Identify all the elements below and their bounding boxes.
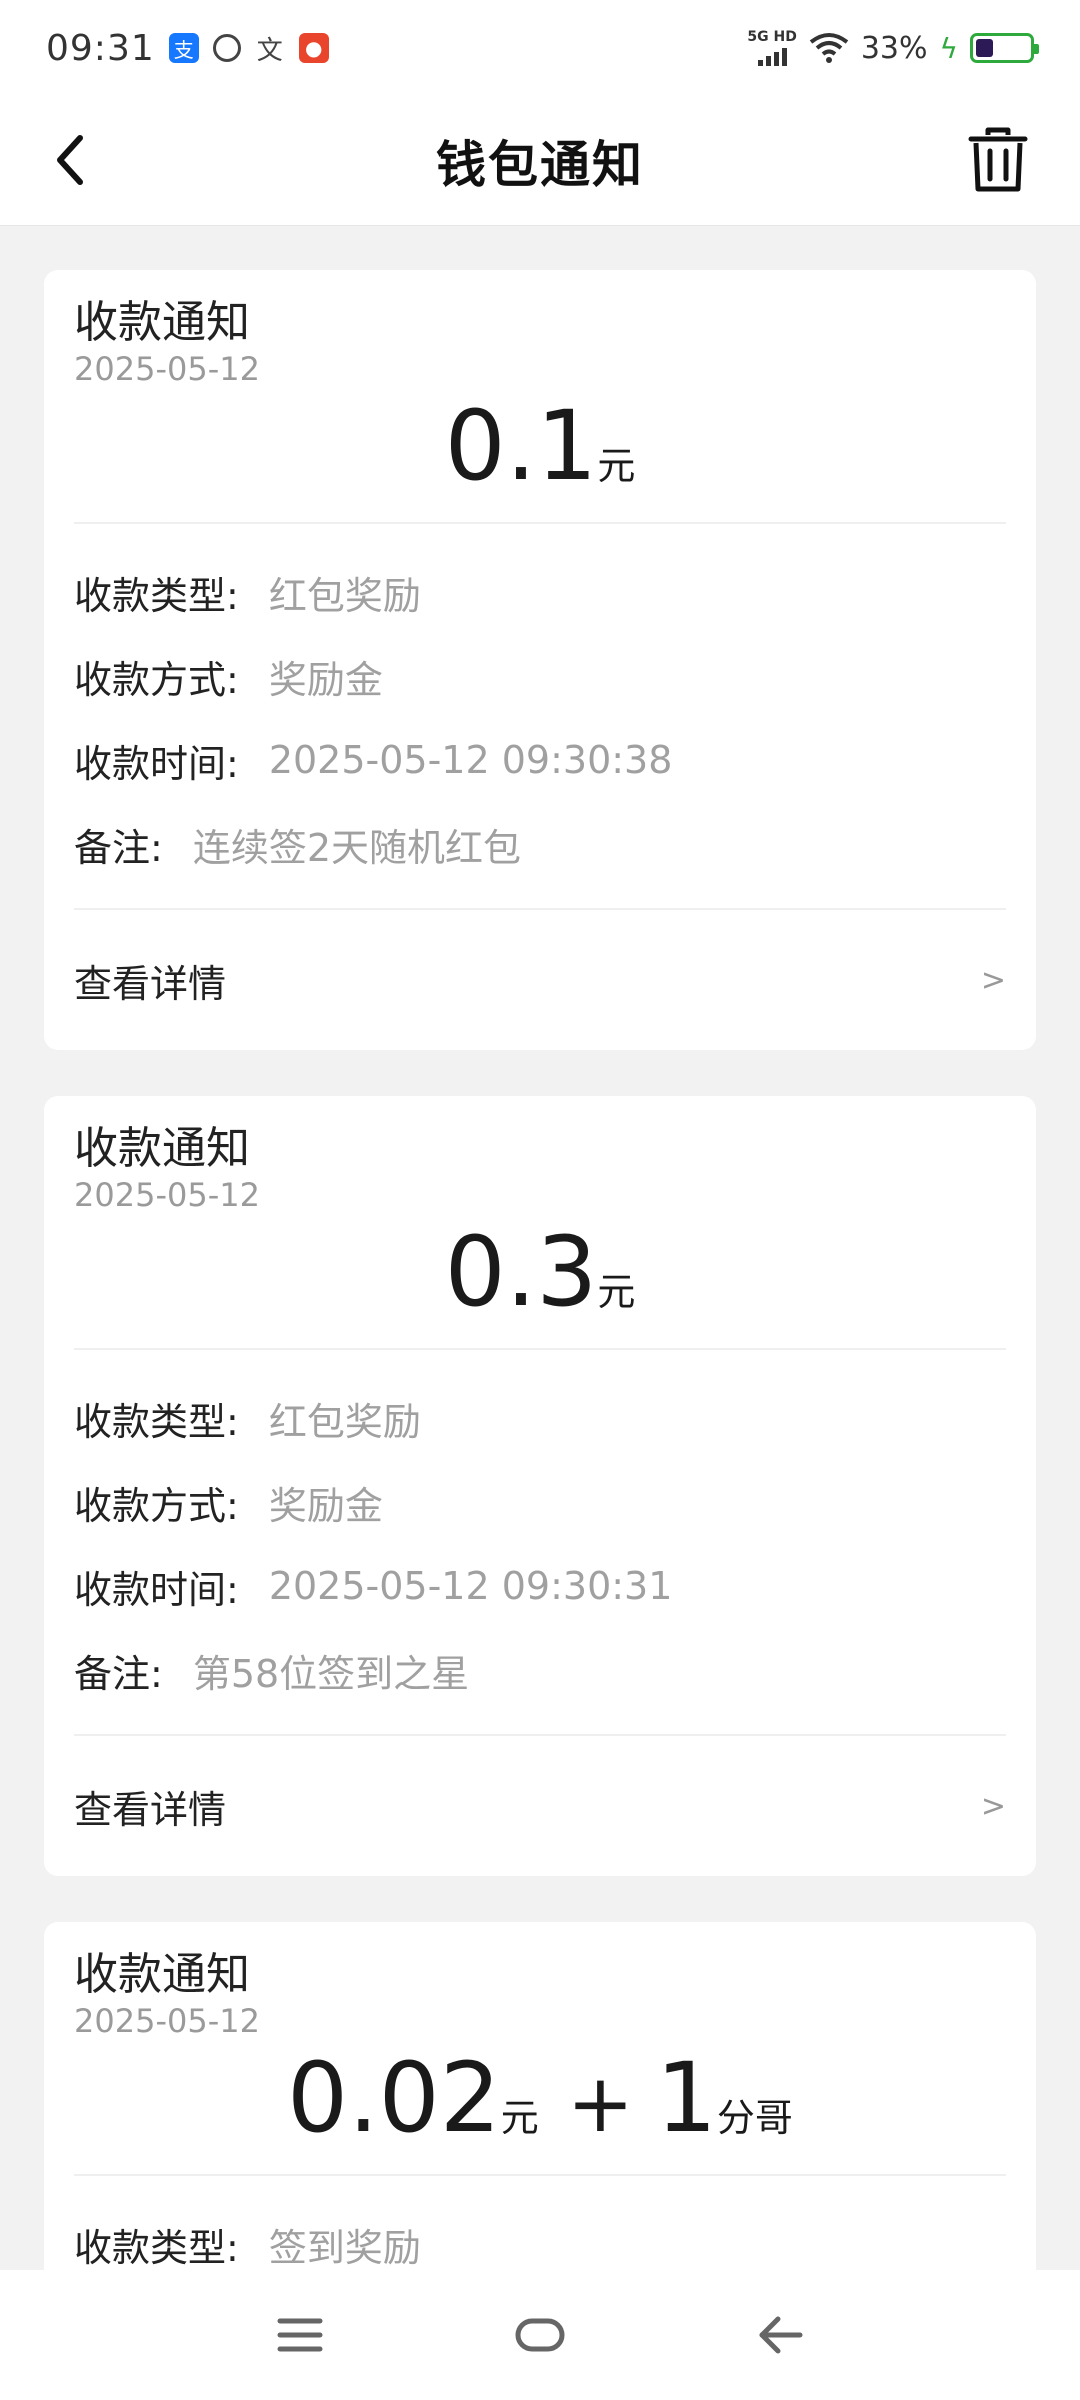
back-button[interactable] <box>30 120 110 200</box>
screen: 09:31 支 文 ● 5G HD 33% ϟ 钱包通知 收款通知 2025-0… <box>0 0 1080 2400</box>
detail-row-remark: 备注: 连续签2天随机红包 <box>74 802 1006 886</box>
view-details-link[interactable]: 查看详情 > <box>74 1736 1006 1876</box>
card-date: 2025-05-12 <box>74 350 260 388</box>
detail-value: 2025-05-12 09:30:31 <box>268 1564 673 1608</box>
detail-value: 签到奖励 <box>268 2225 421 2270</box>
view-details-label: 查看详情 <box>74 961 227 1006</box>
alipay-icon: 支 <box>168 33 199 63</box>
amount-row: 0.3元 <box>74 1214 1006 1350</box>
detail-value: 2025-05-12 09:30:38 <box>268 738 673 782</box>
view-details-label: 查看详情 <box>74 1787 227 1832</box>
detail-label: 收款时间: <box>74 741 239 786</box>
network-label: 5G HD <box>747 29 797 45</box>
detail-label: 备注: <box>74 825 163 870</box>
detail-list: 收款类型: 红包奖励 收款方式: 奖励金 收款时间: 2025-05-12 09… <box>74 524 1006 910</box>
detail-row-method: 收款方式: 奖励金 <box>74 634 1006 718</box>
nav-back-button[interactable] <box>660 2285 900 2385</box>
detail-label: 收款类型: <box>74 1399 239 1444</box>
amount-value: 0.3 <box>444 1216 598 1328</box>
chevron-left-icon <box>57 135 83 185</box>
chevron-right-icon: > <box>980 1788 1006 1824</box>
detail-row-remark: 备注: 第58位签到之星 <box>74 1628 1006 1712</box>
detail-value: 红包奖励 <box>268 573 421 618</box>
detail-row-time: 收款时间: 2025-05-12 09:30:38 <box>74 718 1006 802</box>
red-app-icon: ● <box>298 33 329 63</box>
notification-card: 收款通知 2025-05-12 0.02元 +1分哥 收款类型: 签到奖励 <box>44 1922 1036 2270</box>
amount-value: 0.1 <box>444 390 598 502</box>
network-indicator: 5G HD <box>747 29 797 66</box>
amount-value: 0.02 <box>287 2042 501 2154</box>
charging-icon: ϟ <box>939 31 958 65</box>
notification-card: 收款通知 2025-05-12 0.3元 收款类型: 红包奖励 收款方式: 奖励… <box>44 1096 1036 1876</box>
battery-icon <box>970 33 1039 63</box>
wifi-icon <box>809 33 849 63</box>
status-time: 09:31 <box>46 27 155 69</box>
amount-row: 0.1元 <box>74 388 1006 524</box>
detail-row-type: 收款类型: 红包奖励 <box>74 1376 1006 1460</box>
detail-value: 连续签2天随机红包 <box>192 825 521 870</box>
text-app-icon: 文 <box>256 35 283 66</box>
detail-value: 红包奖励 <box>268 1399 421 1444</box>
card-title: 收款通知 <box>74 1949 250 2000</box>
detail-value: 奖励金 <box>268 657 383 702</box>
status-bar: 09:31 支 文 ● 5G HD 33% ϟ <box>0 0 1080 96</box>
page-title: 钱包通知 <box>436 135 644 194</box>
status-left: 09:31 支 文 ● <box>46 28 329 69</box>
detail-label: 收款方式: <box>74 657 239 702</box>
home-button[interactable] <box>420 2285 660 2385</box>
back-arrow-icon <box>759 2316 803 2354</box>
card-date: 2025-05-12 <box>74 2002 260 2040</box>
app-header: 钱包通知 <box>0 96 1080 226</box>
home-icon <box>515 2318 565 2352</box>
card-date: 2025-05-12 <box>74 1176 260 1214</box>
amount-unit: 元 <box>500 2096 539 2140</box>
detail-list: 收款类型: 签到奖励 <box>74 2176 1006 2270</box>
amount-unit: 元 <box>597 1270 636 1314</box>
detail-row-method: 收款方式: 奖励金 <box>74 1460 1006 1544</box>
status-right: 5G HD 33% ϟ <box>747 29 1039 66</box>
circle-app-icon <box>212 34 241 62</box>
delete-button[interactable] <box>956 118 1040 202</box>
menu-icon <box>277 2318 323 2352</box>
amount-plus: + <box>566 2057 634 2150</box>
amount-value-secondary: 1 <box>655 2042 717 2154</box>
detail-row-type: 收款类型: 红包奖励 <box>74 550 1006 634</box>
detail-label: 收款类型: <box>74 573 239 618</box>
card-title: 收款通知 <box>74 297 250 348</box>
detail-row-type: 收款类型: 签到奖励 <box>74 2202 1006 2270</box>
detail-label: 收款方式: <box>74 1483 239 1528</box>
detail-list: 收款类型: 红包奖励 收款方式: 奖励金 收款时间: 2025-05-12 09… <box>74 1350 1006 1736</box>
card-title: 收款通知 <box>74 1123 250 1174</box>
detail-label: 备注: <box>74 1651 163 1696</box>
battery-percent: 33% <box>860 30 928 66</box>
notification-card: 收款通知 2025-05-12 0.1元 收款类型: 红包奖励 收款方式: 奖励… <box>44 270 1036 1050</box>
menu-button[interactable] <box>180 2285 420 2385</box>
trash-icon <box>968 127 1028 192</box>
amount-unit-secondary: 分哥 <box>716 2096 793 2140</box>
system-nav-bar <box>0 2270 1080 2400</box>
chevron-right-icon: > <box>980 962 1006 998</box>
battery-fill <box>976 39 994 57</box>
detail-label: 收款类型: <box>74 2225 239 2270</box>
view-details-link[interactable]: 查看详情 > <box>74 910 1006 1050</box>
detail-row-time: 收款时间: 2025-05-12 09:30:31 <box>74 1544 1006 1628</box>
amount-row: 0.02元 +1分哥 <box>74 2040 1006 2176</box>
detail-label: 收款时间: <box>74 1567 239 1612</box>
detail-value: 奖励金 <box>268 1483 383 1528</box>
notification-list[interactable]: 收款通知 2025-05-12 0.1元 收款类型: 红包奖励 收款方式: 奖励… <box>0 226 1080 2270</box>
detail-value: 第58位签到之星 <box>192 1651 470 1696</box>
signal-icon <box>757 44 787 66</box>
amount-unit: 元 <box>597 444 636 488</box>
